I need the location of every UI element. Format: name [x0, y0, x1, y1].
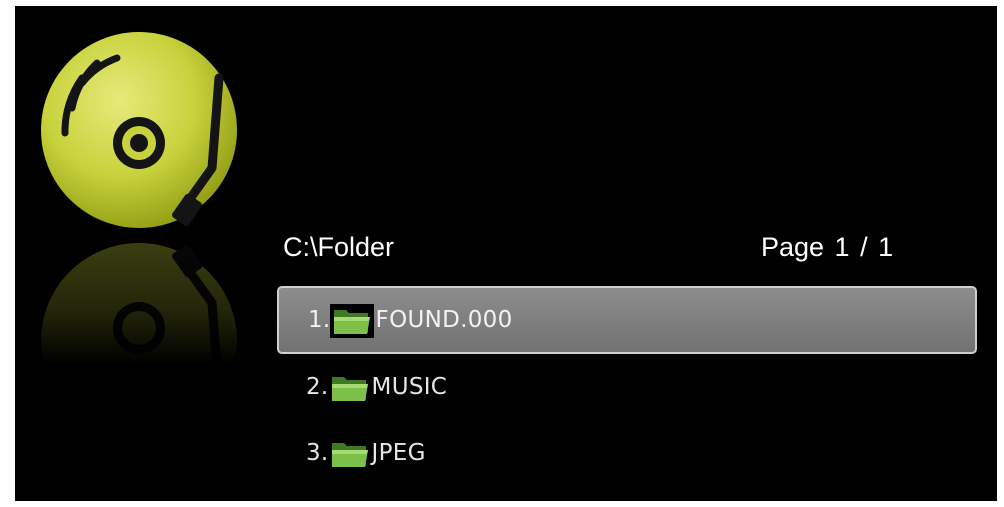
item-index: 1.	[308, 307, 331, 333]
file-list: 1. FOUND.000 2. MUSIC 3. JPEG	[277, 286, 977, 486]
folder-icon	[330, 373, 370, 403]
music-disc-icon	[37, 28, 242, 233]
media-player-screen: C:\Folder Page 1 / 1 1. FOUND.000 2. MUS…	[15, 6, 997, 501]
file-name: JPEG	[371, 440, 426, 466]
item-index: 2.	[306, 374, 329, 400]
file-name: MUSIC	[371, 374, 448, 400]
folder-icon	[329, 304, 374, 338]
page-indicator: Page 1 / 1	[761, 232, 894, 262]
file-item-found-000[interactable]: 1. FOUND.000	[277, 286, 977, 354]
folder-icon	[330, 439, 370, 469]
file-name: FOUND.000	[375, 307, 513, 333]
file-item-jpeg[interactable]: 3. JPEG	[277, 420, 977, 486]
item-index: 3.	[306, 440, 329, 466]
file-item-music[interactable]: 2. MUSIC	[277, 354, 977, 420]
music-disc-reflection	[37, 238, 242, 443]
current-path: C:\Folder	[283, 232, 395, 262]
